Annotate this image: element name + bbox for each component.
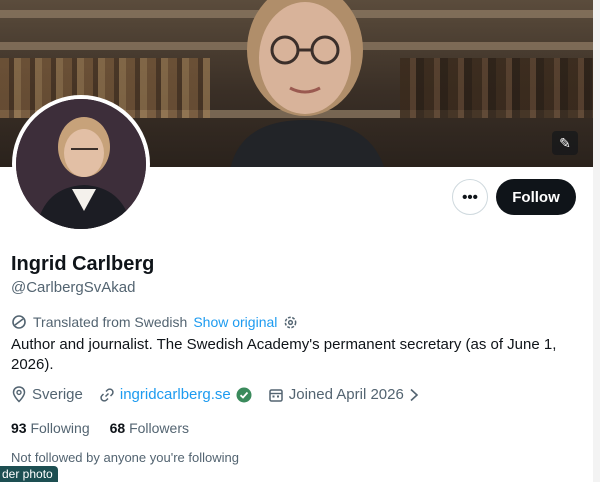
following-count: 93 — [11, 420, 27, 436]
verified-check-icon — [236, 387, 252, 403]
show-original-link[interactable]: Show original — [193, 314, 277, 330]
website-item: ingridcarlberg.se — [99, 386, 252, 403]
location-text: Sverige — [32, 386, 83, 403]
followers-count: 68 — [109, 420, 126, 436]
tooltip: der photo — [0, 466, 58, 482]
following-link[interactable]: 93 Following — [11, 420, 90, 436]
gear-icon[interactable] — [283, 315, 298, 330]
calendar-icon — [268, 387, 284, 403]
follow-counts: 93 Following 68 Followers — [11, 420, 189, 436]
link-icon — [99, 387, 115, 403]
profile-name: Ingrid Carlberg — [11, 253, 155, 275]
banner-books — [400, 58, 593, 118]
translated-label: Translated from Swedish — [33, 314, 188, 330]
followers-link[interactable]: 68 Followers — [110, 420, 189, 436]
translation-notice: Translated from Swedish Show original — [11, 314, 298, 330]
chevron-right-icon — [409, 388, 419, 402]
profile-meta: Sverige ingridcarlberg.se Joined April 2… — [11, 386, 435, 403]
avatar-portrait — [16, 99, 146, 229]
banner-portrait — [230, 0, 384, 167]
joined-text: Joined April 2026 — [288, 386, 404, 403]
followers-label: Followers — [129, 420, 189, 436]
following-label: Following — [30, 420, 90, 436]
followed-by-note: Not followed by anyone you're following — [11, 450, 239, 465]
translate-icon — [11, 314, 27, 330]
more-icon: ••• — [462, 188, 478, 206]
avatar[interactable] — [12, 95, 150, 233]
location-item: Sverige — [11, 386, 83, 403]
profile-bio: Author and journalist. The Swedish Acade… — [11, 336, 557, 373]
more-options-button[interactable]: ••• — [452, 179, 488, 215]
location-pin-icon — [11, 386, 27, 403]
website-link[interactable]: ingridcarlberg.se — [120, 386, 231, 403]
profile-handle: @CarlbergSvAkad — [11, 279, 136, 296]
follow-button[interactable]: Follow — [496, 179, 576, 215]
joined-item[interactable]: Joined April 2026 — [268, 386, 419, 403]
page-edge — [593, 0, 600, 482]
edit-banner-icon[interactable]: ✎ — [552, 131, 578, 155]
